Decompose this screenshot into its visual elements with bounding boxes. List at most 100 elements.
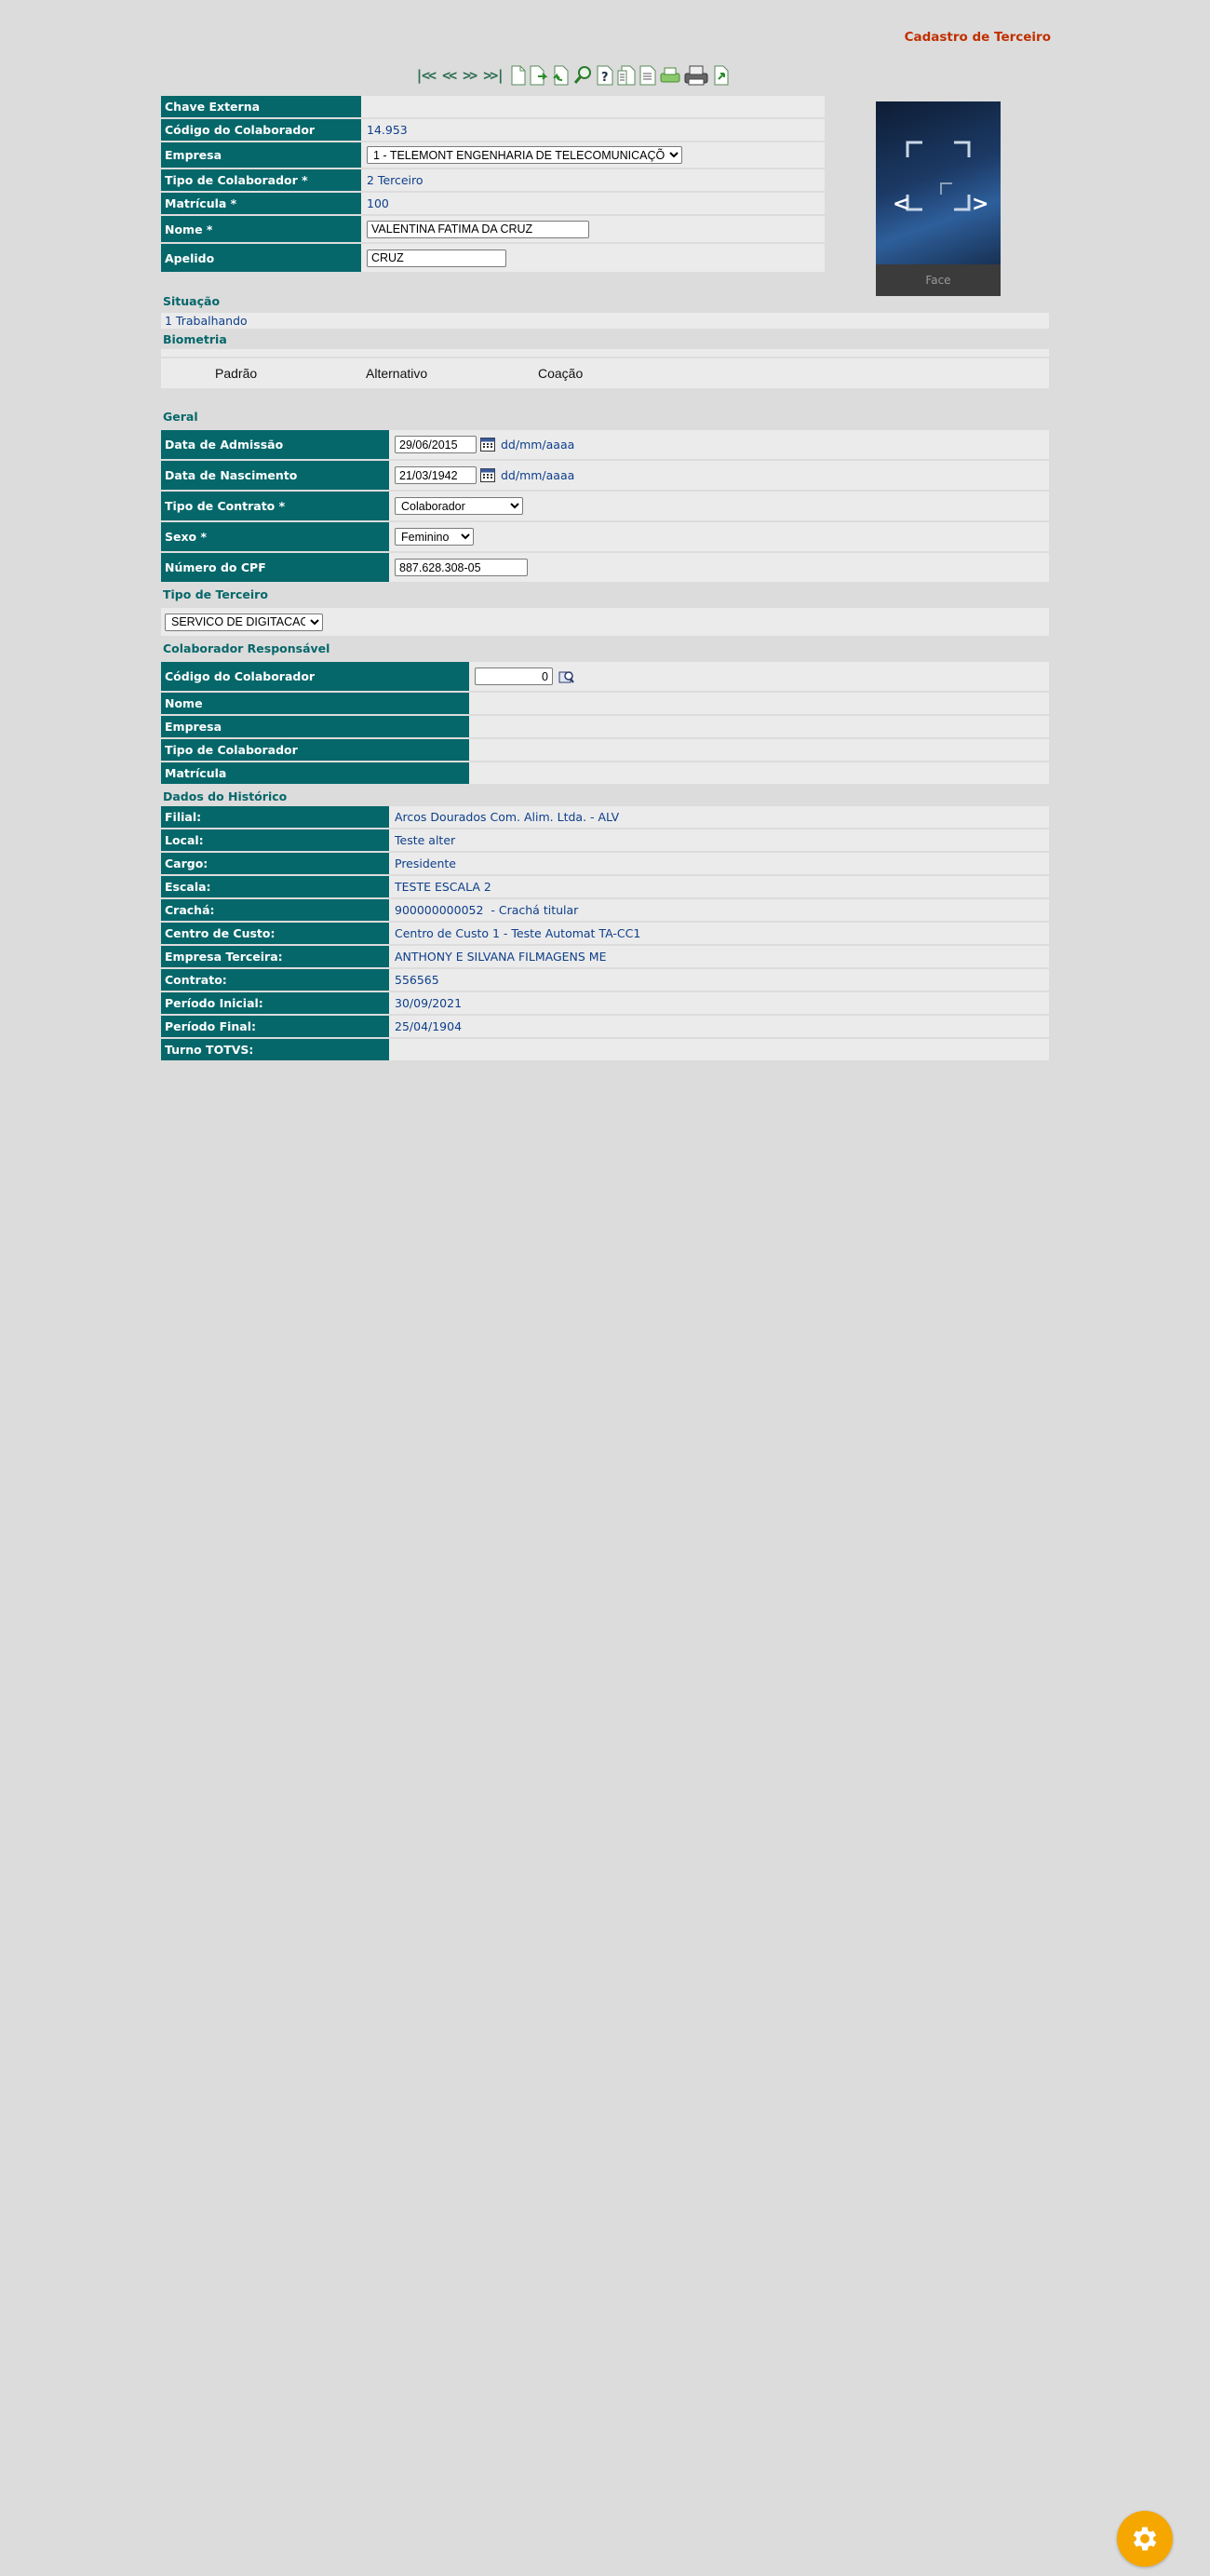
cpf-input[interactable] (395, 559, 528, 576)
export-icon[interactable] (711, 64, 732, 87)
tipo-colaborador-row: Tipo de Colaborador * 2 Terceiro (161, 169, 825, 191)
nascimento-cell: dd/mm/aaaa (389, 461, 1049, 490)
matricula-label: Matrícula * (161, 193, 361, 214)
nascimento-date-group (395, 466, 495, 484)
chave-externa-label: Chave Externa (161, 96, 361, 117)
historico-row: Crachá: 900000000052 - Crachá titular (161, 899, 1049, 921)
contrato-cell: Colaborador (389, 492, 1049, 520)
matricula-row: Matrícula * 100 (161, 193, 825, 214)
resp-nome-row: Nome (161, 693, 1049, 714)
resp-tipo-row: Tipo de Colaborador (161, 739, 1049, 761)
printer-icon[interactable] (683, 64, 709, 87)
codigo-label: Código do Colaborador (161, 119, 361, 141)
historico-label: Empresa Terceira: (161, 946, 389, 967)
resp-nome-label: Nome (161, 693, 469, 714)
historico-row: Centro de Custo: Centro de Custo 1 - Test… (161, 923, 1049, 944)
sexo-select[interactable]: Feminino (395, 528, 474, 546)
resp-nome-value (469, 693, 1049, 714)
cpf-label: Número do CPF (161, 553, 389, 582)
historico-row: Período Final: 25/04/1904 (161, 1016, 1049, 1037)
previous-record-button[interactable]: << (442, 64, 457, 87)
historico-label: Período Final: (161, 1016, 389, 1037)
historico-row: Período Inicial: 30/09/2021 (161, 992, 1049, 1014)
empresa-select[interactable]: 1 - TELEMONT ENGENHARIA DE TELECOMUNICAÇ… (367, 146, 682, 164)
historico-value: 556565 (389, 969, 1049, 991)
resp-codigo-cell (469, 662, 1049, 691)
contrato-select[interactable]: Colaborador (395, 497, 523, 515)
historico-row: Turno TOTVS: (161, 1039, 1049, 1060)
resp-codigo-input[interactable] (475, 668, 553, 685)
empresa-row: Empresa 1 - TELEMONT ENGENHARIA DE TELEC… (161, 142, 825, 168)
historico-label: Local: (161, 829, 389, 851)
report-icon[interactable] (639, 64, 657, 87)
admissao-row: Data de Admissão dd/mm/aaaa (161, 430, 1049, 459)
apelido-row: Apelido (161, 244, 825, 272)
search-icon[interactable] (573, 64, 594, 87)
resp-empresa-row: Empresa (161, 716, 1049, 737)
copy-document-icon[interactable] (616, 64, 637, 87)
historico-value: 900000000052 - Crachá titular (389, 899, 1049, 921)
nascimento-input[interactable] (395, 466, 477, 484)
cpf-row: Número do CPF (161, 553, 1049, 582)
historico-value: Presidente (389, 853, 1049, 874)
tipo-terceiro-select[interactable]: SERVICO DE DIGITACAO (165, 613, 323, 631)
help-icon[interactable]: ? (596, 64, 614, 87)
settings-gear-button[interactable] (1117, 2511, 1173, 2567)
biometria-divider (161, 349, 1049, 357)
undo-document-icon[interactable] (551, 64, 571, 87)
situacao-title: Situação (163, 293, 221, 308)
last-record-button[interactable]: >>| (483, 64, 504, 87)
tab-alternativo[interactable]: Alternativo (366, 366, 427, 381)
geral-title: Geral (163, 409, 198, 424)
chave-externa-row: Chave Externa (161, 96, 825, 117)
page-title: Cadastro de Terceiro (904, 30, 1051, 45)
apelido-input[interactable] (367, 249, 506, 267)
historico-label: Turno TOTVS: (161, 1039, 389, 1060)
resp-codigo-label: Código do Colaborador (161, 662, 469, 691)
chave-externa-value (361, 96, 825, 117)
historico-table: Filial: Arcos Dourados Com. Alim. Ltda. -… (161, 806, 1049, 1060)
nome-input[interactable] (367, 220, 589, 238)
historico-row: Empresa Terceira: ANTHONY E SILVANA FILMA… (161, 946, 1049, 967)
next-record-button[interactable]: >> (463, 64, 477, 87)
historico-row: Cargo: Presidente (161, 853, 1049, 874)
lookup-search-icon[interactable] (558, 669, 574, 684)
resp-matricula-row: Matrícula (161, 762, 1049, 784)
codigo-row: Código do Colaborador 14.953 (161, 119, 825, 141)
apelido-cell (361, 244, 825, 272)
contrato-row: Tipo de Contrato * Colaborador (161, 492, 1049, 520)
historico-value: Centro de Custo 1 - Teste Automat TA-CC1 (389, 923, 1049, 944)
historico-label: Crachá: (161, 899, 389, 921)
nascimento-label: Data de Nascimento (161, 461, 389, 490)
historico-title: Dados do Histórico (163, 789, 288, 803)
save-document-icon[interactable] (529, 64, 549, 87)
print-icon[interactable] (659, 64, 681, 87)
historico-row: Local: Teste alter (161, 829, 1049, 851)
main-content: Chave Externa Código do Colaborador 14.9… (161, 96, 1049, 1062)
admissao-cell: dd/mm/aaaa (389, 430, 1049, 459)
calendar-icon[interactable] (480, 468, 495, 482)
nome-row: Nome * (161, 216, 825, 242)
historico-value: TESTE ESCALA 2 (389, 876, 1049, 897)
historico-row: Contrato: 556565 (161, 969, 1049, 991)
calendar-icon[interactable] (480, 438, 495, 452)
admissao-format-hint: dd/mm/aaaa (501, 438, 575, 452)
historico-value: 30/09/2021 (389, 992, 1049, 1014)
nascimento-format-hint: dd/mm/aaaa (501, 468, 575, 482)
resp-codigo-row: Código do Colaborador (161, 662, 1049, 691)
admissao-label: Data de Admissão (161, 430, 389, 459)
resp-matricula-value (469, 762, 1049, 784)
first-record-button[interactable]: |<< (415, 64, 437, 87)
tab-padrao[interactable]: Padrão (215, 366, 257, 381)
historico-value: Teste alter (389, 829, 1049, 851)
historico-value: ANTHONY E SILVANA FILMAGENS ME (389, 946, 1049, 967)
resp-matricula-label: Matrícula (161, 762, 469, 784)
new-document-icon[interactable] (510, 64, 527, 87)
historico-value: Arcos Dourados Com. Alim. Ltda. - ALV (389, 806, 1049, 828)
historico-row: Escala: TESTE ESCALA 2 (161, 876, 1049, 897)
responsavel-title: Colaborador Responsável (163, 641, 330, 655)
resp-tipo-label: Tipo de Colaborador (161, 739, 469, 761)
historico-value: 25/04/1904 (389, 1016, 1049, 1037)
admissao-input[interactable] (395, 436, 477, 453)
tab-coacao[interactable]: Coação (538, 366, 583, 381)
